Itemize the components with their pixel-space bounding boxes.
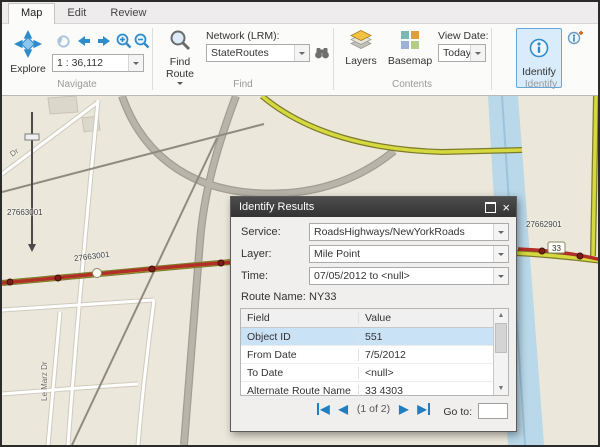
scale-combo[interactable]: 1 : 36,112: [52, 54, 144, 72]
map-label-le-marz-dr: Le Marz Dr: [40, 361, 49, 401]
chevron-down-icon[interactable]: [470, 45, 485, 61]
dialog-title: Identify Results: [239, 201, 314, 213]
basemap-button[interactable]: Basemap: [386, 28, 434, 84]
attributes-table: Field Value Object ID 551 From Date 7/5/…: [240, 308, 509, 396]
basemap-label: Basemap: [386, 55, 434, 67]
goto-input[interactable]: [478, 403, 508, 419]
explore-button[interactable]: Explore: [6, 28, 50, 86]
service-label: Service:: [241, 226, 281, 238]
goto-label: Go to:: [443, 406, 472, 418]
header-field: Field: [241, 312, 359, 324]
next-page-button[interactable]: ▶: [399, 403, 408, 415]
route-shield-left: [93, 269, 102, 278]
layers-icon: [350, 37, 372, 54]
chevron-down-icon[interactable]: [493, 246, 508, 262]
explore-compass-icon: [14, 45, 42, 62]
tab-review[interactable]: Review: [98, 4, 158, 23]
binoculars-icon[interactable]: [313, 44, 331, 62]
table-header: Field Value: [241, 309, 508, 328]
view-date-label: View Date:: [438, 30, 489, 42]
zoom-out-icon[interactable]: [133, 32, 151, 50]
cell-field: From Date: [241, 349, 359, 361]
chevron-down-icon[interactable]: [493, 268, 508, 284]
pagination: ◀ ◀ (1 of 2) ▶ ▶: [231, 403, 516, 415]
group-label-find: Find: [154, 79, 332, 90]
identify-label: Identify: [522, 66, 556, 78]
scroll-up-icon[interactable]: ▲: [494, 309, 508, 322]
network-lrm-combo[interactable]: StateRoutes: [206, 44, 310, 62]
cell-field: Object ID: [241, 331, 359, 343]
previous-page-button[interactable]: ◀: [339, 403, 348, 415]
tab-map[interactable]: Map: [8, 3, 55, 24]
explore-label: Explore: [6, 63, 50, 75]
identify-icon: [529, 38, 549, 63]
ribbon: Map Edit Review Explore: [2, 2, 598, 96]
map-label-route-id-right: 27662901: [526, 220, 562, 229]
first-page-button[interactable]: ◀: [317, 403, 329, 415]
ribbon-tabstrip: Map Edit Review: [2, 2, 598, 24]
last-page-button[interactable]: ▶: [417, 403, 429, 415]
application-window: Map Edit Review Explore: [0, 0, 600, 447]
zoom-in-icon[interactable]: [115, 32, 133, 50]
maximize-icon[interactable]: [485, 202, 496, 213]
find-route-magnifier-icon: [169, 38, 191, 55]
time-label: Time:: [241, 270, 268, 282]
group-label-navigate: Navigate: [2, 79, 152, 90]
chevron-down-icon[interactable]: [294, 45, 309, 61]
slider-handle[interactable]: [25, 134, 39, 140]
tab-edit[interactable]: Edit: [55, 4, 98, 23]
group-label-contents: Contents: [334, 79, 490, 90]
layers-label: Layers: [340, 55, 382, 67]
table-row[interactable]: Alternate Route Name 33 4303: [241, 382, 508, 400]
table-scrollbar[interactable]: ▲ ▼: [493, 309, 508, 395]
table-row[interactable]: Object ID 551: [241, 328, 508, 346]
basemap-icon: [400, 37, 420, 54]
dialog-titlebar[interactable]: Identify Results ×: [231, 197, 516, 217]
forward-arrow-icon[interactable]: [95, 32, 113, 50]
view-date-value: Today: [439, 47, 470, 59]
cell-value: <null>: [359, 367, 508, 379]
layers-button[interactable]: Layers: [340, 28, 382, 84]
route-shield-number: 33: [552, 244, 561, 253]
time-combo[interactable]: 07/05/2012 to <null>: [309, 267, 509, 285]
route-name-label: Route Name:: [241, 291, 306, 303]
scroll-thumb[interactable]: [495, 323, 507, 353]
network-lrm-label: Network (LRM):: [206, 30, 280, 42]
cell-value: 551: [359, 331, 508, 343]
previous-extent-icon[interactable]: [54, 32, 72, 50]
chevron-down-icon[interactable]: [128, 55, 143, 71]
cell-field: Alternate Route Name: [241, 385, 359, 397]
group-label-identify: Identify: [491, 79, 591, 90]
view-date-combo[interactable]: Today: [438, 44, 486, 62]
service-value: RoadsHighways/NewYorkRoads: [310, 226, 493, 238]
layer-label: Layer:: [241, 248, 272, 260]
table-row[interactable]: From Date 7/5/2012: [241, 346, 508, 364]
identify-route-icon[interactable]: [566, 29, 584, 47]
scroll-down-icon[interactable]: ▼: [494, 382, 508, 395]
layer-combo[interactable]: Mile Point: [309, 245, 509, 263]
back-arrow-icon[interactable]: [75, 32, 93, 50]
chevron-down-icon[interactable]: [493, 224, 508, 240]
table-row[interactable]: To Date <null>: [241, 364, 508, 382]
layer-value: Mile Point: [310, 248, 493, 260]
cell-field: To Date: [241, 367, 359, 379]
scale-value: 1 : 36,112: [53, 57, 128, 69]
cell-value: 7/5/2012: [359, 349, 508, 361]
identify-results-dialog: Identify Results × Service: RoadsHighway…: [230, 196, 517, 432]
service-combo[interactable]: RoadsHighways/NewYorkRoads: [309, 223, 509, 241]
find-route-label-line1: Find: [160, 56, 200, 68]
map-label-route-id-left: 27663001: [7, 208, 43, 217]
route-name-value: NY33: [309, 291, 337, 303]
route-shield-right: 33: [548, 242, 565, 253]
header-value: Value: [359, 312, 508, 324]
close-icon[interactable]: ×: [502, 201, 510, 214]
group-divider: [152, 28, 153, 90]
time-value: 07/05/2012 to <null>: [310, 270, 493, 282]
cell-value: 33 4303: [359, 385, 508, 397]
page-status: (1 of 2): [357, 403, 390, 415]
network-lrm-value: StateRoutes: [207, 47, 294, 59]
